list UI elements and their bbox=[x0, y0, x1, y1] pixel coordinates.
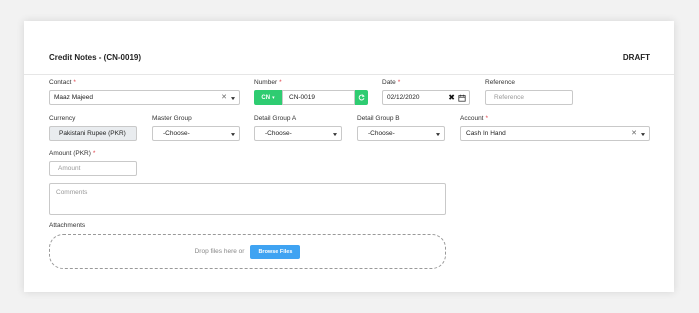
browse-files-button[interactable]: Browse Files bbox=[250, 244, 301, 259]
currency-select[interactable]: Pakistani Rupee (PKR) bbox=[49, 126, 137, 141]
detail-group-b-select[interactable]: -Choose- bbox=[357, 126, 445, 141]
master-group-select[interactable]: -Choose- bbox=[152, 126, 240, 141]
required-mark: * bbox=[485, 115, 489, 122]
amount-input[interactable]: Amount bbox=[49, 161, 137, 176]
reference-label: Reference bbox=[485, 79, 515, 86]
master-group-label: Master Group bbox=[152, 115, 192, 122]
date-value: 02/12/2020 bbox=[387, 94, 420, 101]
comments-textarea[interactable]: Comments bbox=[49, 183, 446, 215]
calendar-icon[interactable] bbox=[458, 94, 466, 102]
number-input[interactable]: CN-0019 bbox=[282, 90, 355, 105]
chevron-down-icon bbox=[333, 132, 337, 136]
chevron-down-icon bbox=[641, 132, 645, 136]
required-mark: * bbox=[397, 79, 401, 86]
chevron-down-icon bbox=[436, 132, 440, 136]
date-label: Date * bbox=[382, 79, 401, 86]
required-mark: * bbox=[279, 79, 282, 86]
reference-input[interactable]: Reference bbox=[485, 90, 573, 105]
currency-value: Pakistani Rupee (PKR) bbox=[59, 130, 126, 137]
chevron-down-icon bbox=[231, 132, 235, 136]
credit-note-card: Credit Notes - (CN-0019) DRAFT Contact * … bbox=[24, 21, 674, 292]
status-badge: DRAFT bbox=[622, 53, 650, 62]
file-dropzone[interactable]: Drop files here or Browse Files bbox=[49, 234, 446, 269]
header-divider bbox=[24, 74, 674, 75]
caret-down-icon: ▾ bbox=[272, 94, 275, 101]
amount-label: Amount (PKR) * bbox=[49, 150, 96, 157]
drop-hint: Drop files here or bbox=[194, 248, 245, 255]
number-prefix-dropdown[interactable]: CN ▾ bbox=[254, 90, 282, 105]
clear-icon[interactable]: ✕ bbox=[221, 93, 227, 101]
required-mark: * bbox=[92, 150, 96, 157]
date-input[interactable]: 02/12/2020 ✖ bbox=[382, 90, 470, 105]
attachments-label: Attachments bbox=[49, 222, 86, 229]
contact-value: Maaz Majeed bbox=[54, 94, 94, 101]
required-mark: * bbox=[73, 79, 76, 86]
account-value: Cash In Hand bbox=[466, 130, 506, 137]
refresh-icon bbox=[358, 94, 365, 101]
currency-label: Currency bbox=[49, 115, 76, 122]
contact-select[interactable]: Maaz Majeed ✕ bbox=[49, 90, 240, 105]
clear-icon[interactable]: ✕ bbox=[631, 129, 637, 137]
account-select[interactable]: Cash In Hand ✕ bbox=[460, 126, 650, 141]
detail-group-b-label: Detail Group B bbox=[357, 115, 400, 122]
account-label: Account * bbox=[460, 115, 489, 122]
number-label: Number * bbox=[254, 79, 282, 86]
contact-label: Contact * bbox=[49, 79, 76, 86]
detail-group-a-label: Detail Group A bbox=[254, 115, 297, 122]
page-title: Credit Notes - (CN-0019) bbox=[49, 53, 142, 62]
clear-date-icon[interactable]: ✖ bbox=[448, 93, 455, 102]
chevron-down-icon bbox=[231, 96, 235, 100]
detail-group-a-select[interactable]: -Choose- bbox=[254, 126, 342, 141]
refresh-number-button[interactable] bbox=[355, 90, 368, 105]
